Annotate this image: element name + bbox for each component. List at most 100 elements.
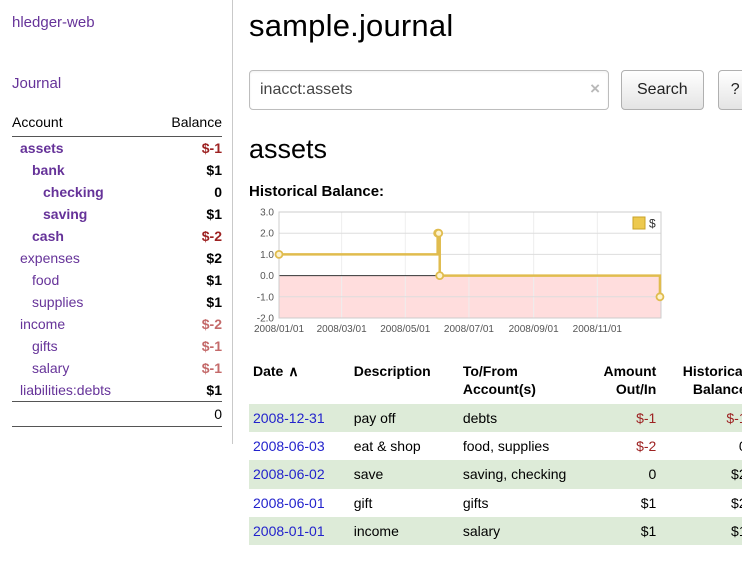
accounts-total-spacer: [12, 402, 151, 427]
accounts-total-row: 0: [12, 402, 222, 427]
transaction-balance: 0: [662, 432, 742, 460]
register-row: 2008-06-03 eat & shopfood, supplies$-20: [249, 432, 742, 460]
account-link[interactable]: salary: [32, 360, 69, 376]
search-input-wrap: ×: [249, 70, 609, 110]
account-row: supplies$1: [12, 291, 222, 313]
account-row: saving $1: [12, 203, 222, 225]
page-title: sample.journal: [249, 8, 742, 44]
transaction-description: save: [350, 460, 459, 488]
svg-text:2008/07/01: 2008/07/01: [444, 324, 494, 335]
transaction-amount: $1: [585, 489, 663, 517]
account-link[interactable]: assets: [20, 140, 64, 156]
register-header-date-label: Date: [253, 363, 283, 379]
account-link[interactable]: saving: [43, 206, 87, 222]
account-balance: $1: [151, 269, 222, 291]
transaction-date-link[interactable]: 2008-06-01: [253, 495, 325, 511]
search-button[interactable]: Search: [621, 70, 704, 110]
account-row: gifts $-1: [12, 335, 222, 357]
svg-text:2008/11/01: 2008/11/01: [573, 324, 623, 335]
transaction-balance: $1: [662, 517, 742, 545]
account-row: food $1: [12, 269, 222, 291]
help-button[interactable]: ?: [718, 70, 742, 110]
svg-text:-1.0: -1.0: [257, 292, 275, 303]
accounts-table: Account Balance assets$-1bank$1checking0…: [12, 110, 222, 427]
register-row: 2008-01-01incomesalary$1$1: [249, 517, 742, 545]
account-row: cash $-2: [12, 225, 222, 247]
search-bar: × Search ?: [249, 70, 742, 110]
account-balance: $-1: [151, 137, 222, 160]
account-link[interactable]: supplies: [32, 294, 83, 310]
search-input[interactable]: [249, 70, 609, 110]
transaction-date-link[interactable]: 2008-12-31: [253, 410, 325, 426]
account-heading: assets: [249, 134, 742, 165]
transaction-balance: $2: [662, 460, 742, 488]
register-header-description: Description: [350, 361, 459, 404]
account-balance: $-2: [151, 313, 222, 335]
svg-text:-2.0: -2.0: [257, 314, 275, 325]
transaction-accounts: gifts: [459, 489, 585, 517]
register-header-row: Date∧ Description To/From Account(s) Amo…: [249, 361, 742, 404]
account-link[interactable]: checking: [43, 184, 104, 200]
account-balance: $2: [151, 247, 222, 269]
transaction-accounts: food, supplies: [459, 432, 585, 460]
svg-text:2008/09/01: 2008/09/01: [509, 324, 559, 335]
transaction-amount: $1: [585, 517, 663, 545]
transaction-accounts: debts: [459, 404, 585, 432]
account-link[interactable]: food: [32, 272, 59, 288]
register-row: 2008-06-01 giftgifts$1$2: [249, 489, 742, 517]
transaction-amount: $-1: [585, 404, 663, 432]
account-link[interactable]: gifts: [32, 338, 58, 354]
account-row: income $-2: [12, 313, 222, 335]
transaction-accounts: saving, checking: [459, 460, 585, 488]
account-row: salary $-1: [12, 357, 222, 379]
svg-text:2008/03/01: 2008/03/01: [317, 324, 367, 335]
page: hledger-web Journal Account Balance asse…: [0, 0, 742, 545]
svg-text:3.0: 3.0: [260, 208, 274, 219]
transaction-description: pay off: [350, 404, 459, 432]
account-balance: $1: [151, 203, 222, 225]
transaction-balance: $-1: [662, 404, 742, 432]
account-balance: $-1: [151, 335, 222, 357]
register-table: Date∧ Description To/From Account(s) Amo…: [249, 361, 742, 545]
svg-text:2008/01/01: 2008/01/01: [254, 324, 304, 335]
register-header-balance: Historical Balance: [662, 361, 742, 404]
balance-chart: 2008/01/01 2008/03/01 2008/05/01 2008/07/01…: [249, 206, 669, 342]
sidebar-item-journal[interactable]: Journal: [12, 75, 222, 92]
accounts-header-account: Account: [12, 110, 151, 137]
account-link[interactable]: expenses: [20, 250, 80, 266]
account-row: assets $-1: [12, 137, 222, 160]
transaction-balance: $2: [662, 489, 742, 517]
account-row: liabilities:debts $1: [12, 379, 222, 402]
account-row: checking 0: [12, 181, 222, 203]
svg-text:0.0: 0.0: [260, 271, 274, 282]
accounts-header-row: Account Balance: [12, 110, 222, 137]
transaction-amount: $-2: [585, 432, 663, 460]
register-header-date[interactable]: Date∧: [249, 361, 350, 404]
account-row: bank$1: [12, 159, 222, 181]
account-balance: $1: [151, 379, 222, 402]
accounts-header-balance: Balance: [151, 110, 222, 137]
register-row: 2008-06-02savesaving, checking0$2: [249, 460, 742, 488]
account-link[interactable]: cash: [32, 228, 64, 244]
transaction-date-link[interactable]: 2008-06-03: [253, 438, 325, 454]
account-link[interactable]: bank: [32, 162, 65, 178]
account-link[interactable]: income: [20, 316, 65, 332]
svg-text:2008/05/01: 2008/05/01: [380, 324, 430, 335]
clear-search-icon[interactable]: ×: [590, 79, 600, 99]
sidebar: hledger-web Journal Account Balance asse…: [0, 0, 233, 444]
account-balance: $-1: [151, 357, 222, 379]
svg-text:1.0: 1.0: [260, 250, 274, 261]
register-header-accounts: To/From Account(s): [459, 361, 585, 404]
transaction-date-link[interactable]: 2008-06-02: [253, 466, 325, 482]
accounts-total-value: 0: [151, 402, 222, 427]
account-row: expenses $2: [12, 247, 222, 269]
transaction-description: eat & shop: [350, 432, 459, 460]
transaction-date-link[interactable]: 2008-01-01: [253, 523, 325, 539]
app-title-link[interactable]: hledger-web: [12, 14, 222, 31]
transaction-description: gift: [350, 489, 459, 517]
account-link[interactable]: liabilities:debts: [20, 382, 111, 398]
chart-heading: Historical Balance:: [249, 183, 742, 200]
account-balance: 0: [151, 181, 222, 203]
account-balance: $-2: [151, 225, 222, 247]
svg-text:2.0: 2.0: [260, 229, 274, 240]
